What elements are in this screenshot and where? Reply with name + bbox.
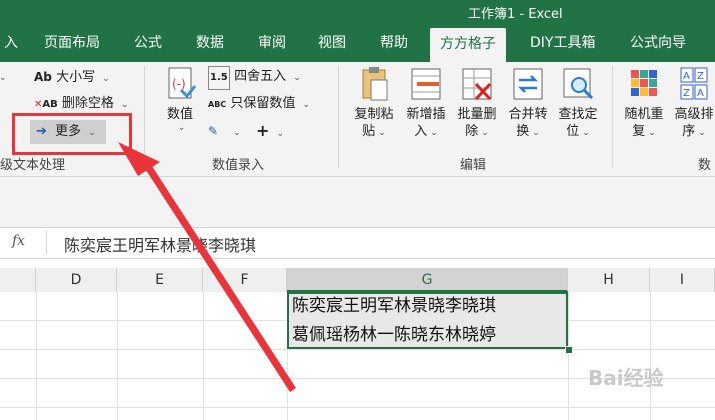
annotation-arrow [118,142,296,392]
watermark: Bai经验 [588,366,664,390]
arrow-shaft [122,148,296,392]
